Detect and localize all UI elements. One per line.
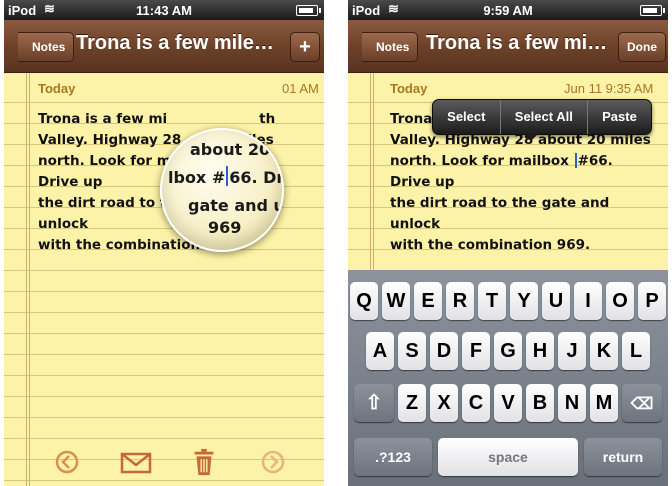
key-u[interactable]: U xyxy=(542,282,570,320)
notes-back-label: Notes xyxy=(32,40,66,54)
back-arrow-icon[interactable] xyxy=(54,448,80,476)
magnified-line: lbox #66. Driv xyxy=(168,166,284,187)
key-q[interactable]: Q xyxy=(350,282,378,320)
note-title: Trona is a few mile… xyxy=(76,32,274,54)
text-cursor xyxy=(574,153,577,168)
note-date-label: Today xyxy=(390,81,428,96)
key-r[interactable]: R xyxy=(446,282,474,320)
key-p[interactable]: P xyxy=(638,282,666,320)
note-toolbar xyxy=(4,440,324,482)
margin-line xyxy=(26,73,27,486)
forward-arrow-icon[interactable] xyxy=(260,448,286,476)
note-date-time: Jun 11 9:35 AM xyxy=(564,81,654,96)
notes-back-button[interactable]: Notes xyxy=(362,32,419,62)
note-time: 01 AM xyxy=(282,81,319,96)
key-m[interactable]: M xyxy=(590,384,618,422)
status-bar: iPod ≋ 9:59 AM xyxy=(348,0,668,20)
select-menu-item[interactable]: Select xyxy=(433,100,500,134)
key-y[interactable]: Y xyxy=(510,282,538,320)
key-x[interactable]: X xyxy=(430,384,458,422)
note-paper[interactable]: Today 01 AM Trona is a few mi th Valley. … xyxy=(4,73,324,486)
edit-menu: Select Select All Paste xyxy=(432,99,652,141)
key-g[interactable]: G xyxy=(494,332,522,370)
notes-back-button[interactable]: Notes xyxy=(18,32,75,62)
note-line: Trona is a few mi th xyxy=(38,111,276,127)
magnified-line: about 20 m xyxy=(190,140,284,159)
notes-back-label: Notes xyxy=(376,40,410,54)
note-title: Trona is a few mi… xyxy=(426,32,608,54)
shift-key[interactable]: ⇧ xyxy=(354,384,394,422)
space-key[interactable]: space xyxy=(438,438,578,476)
key-e[interactable]: E xyxy=(414,282,442,320)
shift-icon: ⇧ xyxy=(365,392,383,414)
key-l[interactable]: L xyxy=(622,332,650,370)
key-i[interactable]: I xyxy=(574,282,602,320)
key-w[interactable]: W xyxy=(382,282,410,320)
note-line: the dirt road to the gate and unlock xyxy=(390,195,610,232)
text-cursor xyxy=(226,166,229,186)
numbers-key[interactable]: .?123 xyxy=(354,438,432,476)
status-bar: iPod ≋ 11:43 AM xyxy=(4,0,324,20)
keyboard: QWERTYUIOP ASDFGHJKL ZXCVBNM ⇧ ⌫ .?123 s… xyxy=(348,270,668,486)
note-line: north. Look for mailbox #66. Drive up xyxy=(390,153,613,190)
key-j[interactable]: J xyxy=(558,332,586,370)
key-k[interactable]: K xyxy=(590,332,618,370)
note-date-label: Today xyxy=(38,81,76,96)
navigation-bar: Notes Trona is a few mi… Done xyxy=(348,20,668,73)
notes-screen-edit-menu: iPod ≋ 9:59 AM Notes Trona is a few mi… … xyxy=(348,0,668,486)
delete-key[interactable]: ⌫ xyxy=(622,384,662,422)
key-z[interactable]: Z xyxy=(398,384,426,422)
mail-icon[interactable] xyxy=(120,448,152,476)
navigation-bar: Notes Trona is a few mile… + xyxy=(4,20,324,73)
key-h[interactable]: H xyxy=(526,332,554,370)
delete-icon: ⌫ xyxy=(630,396,654,413)
key-v[interactable]: V xyxy=(494,384,522,422)
battery-icon xyxy=(640,5,665,16)
key-n[interactable]: N xyxy=(558,384,586,422)
key-s[interactable]: S xyxy=(398,332,426,370)
key-d[interactable]: D xyxy=(430,332,458,370)
add-note-button[interactable]: + xyxy=(290,32,320,62)
status-time: 9:59 AM xyxy=(483,3,533,18)
done-button[interactable]: Done xyxy=(618,32,666,62)
note-line: with the combination 969. xyxy=(390,237,591,253)
paste-menu-item[interactable]: Paste xyxy=(588,100,651,134)
key-c[interactable]: C xyxy=(462,384,490,422)
trash-icon[interactable] xyxy=(192,448,216,476)
select-all-menu-item[interactable]: Select All xyxy=(501,100,587,134)
key-f[interactable]: F xyxy=(462,332,490,370)
key-b[interactable]: B xyxy=(526,384,554,422)
text-magnifier-loupe: about 20 m lbox #66. Driv gate and un 96… xyxy=(160,128,284,252)
battery-icon xyxy=(296,5,321,16)
return-key[interactable]: return xyxy=(584,438,662,476)
key-a[interactable]: A xyxy=(366,332,394,370)
key-t[interactable]: T xyxy=(478,282,506,320)
margin-line xyxy=(29,73,30,486)
status-time: 11:43 AM xyxy=(136,3,192,18)
notes-screen-magnifier: iPod ≋ 11:43 AM Notes Trona is a few mil… xyxy=(4,0,324,486)
key-o[interactable]: O xyxy=(606,282,634,320)
